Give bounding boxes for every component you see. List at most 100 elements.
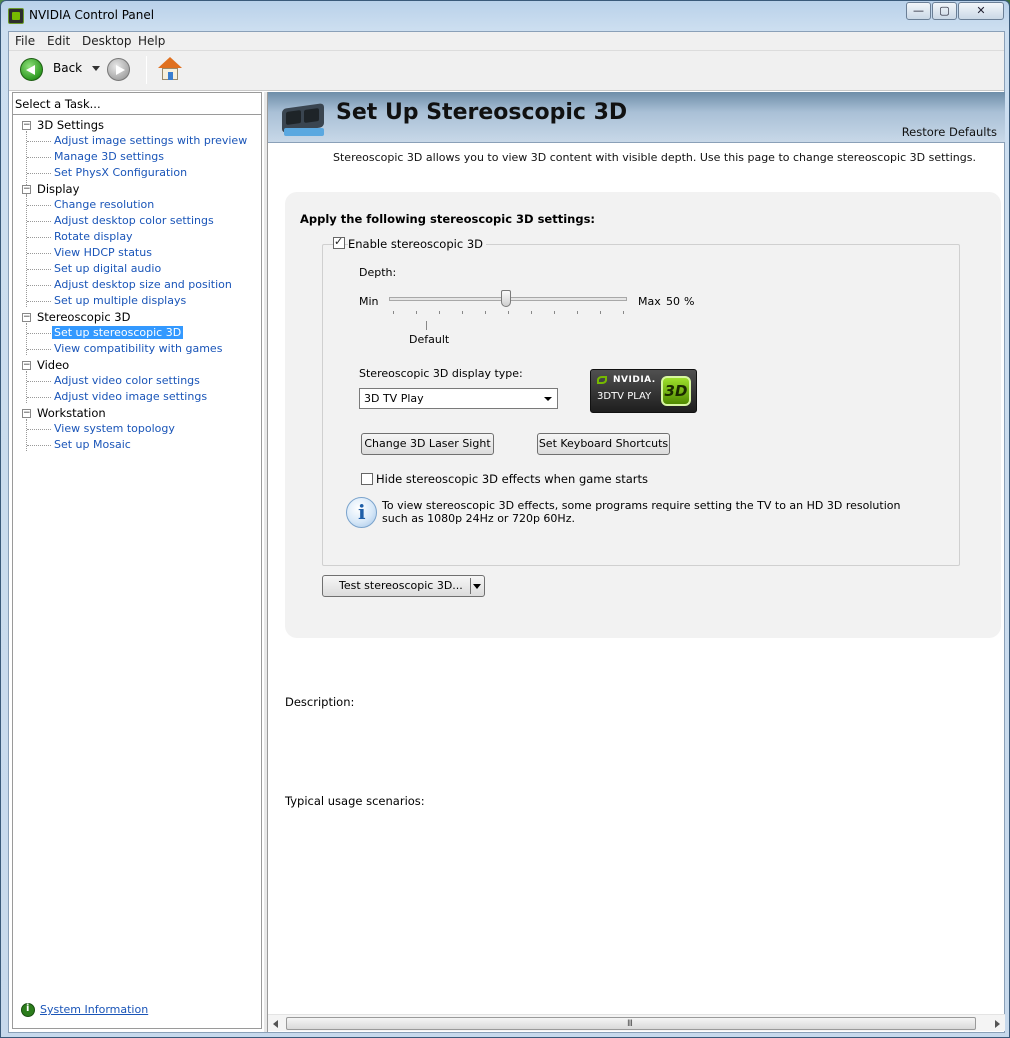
slider-tick	[439, 311, 440, 314]
change-laser-sight-button[interactable]: Change 3D Laser Sight	[361, 433, 494, 455]
page-title: Set Up Stereoscopic 3D	[336, 100, 628, 125]
slider-tick	[531, 311, 532, 314]
menu-help[interactable]: Help	[138, 34, 165, 48]
chevron-down-icon	[544, 397, 552, 401]
scrollbar-thumb[interactable]: III	[286, 1017, 976, 1030]
slider-tick	[393, 311, 394, 314]
tree-item-manage-3d-settings[interactable]: Manage 3D settings	[54, 150, 164, 163]
test-stereo-label[interactable]: Test stereoscopic 3D...	[339, 579, 463, 592]
tree-category-3d-settings[interactable]: 3D Settings	[37, 118, 104, 132]
page-header: Set Up Stereoscopic 3D Restore Defaults	[268, 92, 1005, 143]
badge-3d-mark: 3D	[661, 376, 691, 406]
task-tree: − 3D Settings Adjust image settings with…	[13, 114, 261, 990]
menu-desktop[interactable]: Desktop	[82, 34, 132, 48]
collapse-icon[interactable]: −	[22, 361, 31, 370]
depth-slider-thumb[interactable]	[501, 290, 511, 307]
tree-item-game-compatibility[interactable]: View compatibility with games	[54, 342, 222, 355]
horizontal-scrollbar[interactable]: III	[268, 1014, 1005, 1031]
tree-item-digital-audio[interactable]: Set up digital audio	[54, 262, 161, 275]
minimize-button[interactable]: —	[906, 2, 931, 20]
tree-category-workstation[interactable]: Workstation	[37, 406, 106, 420]
client-area: File Edit Desktop Help Back Select a Tas…	[8, 31, 1005, 1033]
info-message: To view stereoscopic 3D effects, some pr…	[382, 499, 901, 525]
keyboard-shortcuts-button[interactable]: Set Keyboard Shortcuts	[537, 433, 670, 455]
title-bar[interactable]: NVIDIA Control Panel — ▢ ✕	[1, 1, 1009, 31]
info-icon	[346, 497, 377, 528]
depth-percent-sign: %	[684, 295, 695, 308]
settings-card: Apply the following stereoscopic 3D sett…	[285, 192, 1001, 638]
collapse-icon[interactable]: −	[22, 185, 31, 194]
hide-effects-checkbox[interactable]	[361, 473, 373, 485]
depth-label: Depth:	[359, 266, 397, 279]
menu-edit[interactable]: Edit	[47, 34, 70, 48]
tree-item-multiple-displays[interactable]: Set up multiple displays	[54, 294, 186, 307]
display-type-value: 3D TV Play	[364, 392, 424, 405]
split-divider	[470, 578, 471, 594]
back-arrow-icon[interactable]	[20, 58, 43, 81]
close-button[interactable]: ✕	[958, 2, 1004, 20]
slider-tick	[554, 311, 555, 314]
display-type-label: Stereoscopic 3D display type:	[359, 367, 523, 380]
tree-item-rotate-display[interactable]: Rotate display	[54, 230, 133, 243]
nvidia-eye-icon	[597, 376, 607, 384]
nvidia-app-icon	[8, 8, 24, 24]
tree-connector	[26, 371, 27, 403]
restore-defaults-link[interactable]: Restore Defaults	[902, 125, 997, 139]
test-stereo-split-button[interactable]: Test stereoscopic 3D...	[322, 575, 485, 597]
tree-item-desktop-color[interactable]: Adjust desktop color settings	[54, 214, 214, 227]
slider-tick	[508, 311, 509, 314]
stereo-glasses-icon	[280, 96, 328, 140]
back-button-label[interactable]: Back	[53, 61, 82, 75]
depth-min-label: Min	[359, 295, 379, 308]
content-panel: Set Up Stereoscopic 3D Restore Defaults …	[267, 92, 1005, 1032]
page-description: Stereoscopic 3D allows you to view 3D co…	[333, 151, 976, 164]
usage-scenarios-label: Typical usage scenarios:	[285, 794, 425, 808]
collapse-icon[interactable]: −	[22, 313, 31, 322]
menu-bar: File Edit Desktop Help	[9, 32, 1004, 51]
system-information-link[interactable]: System Information	[40, 1003, 148, 1016]
menu-file[interactable]: File	[15, 34, 35, 48]
tree-item-adjust-image-settings[interactable]: Adjust image settings with preview	[54, 134, 247, 147]
scroll-grip: III	[627, 1019, 633, 1029]
collapse-icon[interactable]: −	[22, 409, 31, 418]
tree-item-video-image[interactable]: Adjust video image settings	[54, 390, 207, 403]
apply-settings-heading: Apply the following stereoscopic 3D sett…	[300, 212, 596, 226]
tree-item-change-resolution[interactable]: Change resolution	[54, 198, 154, 211]
enable-stereo-checkbox[interactable]	[333, 235, 345, 249]
toolbar-separator	[146, 56, 147, 84]
badge-brand: NVIDIA.	[613, 375, 656, 385]
tree-item-set-up-stereoscopic-3d[interactable]: Set up stereoscopic 3D	[52, 326, 184, 339]
slider-tick	[577, 311, 578, 314]
tree-item-video-color[interactable]: Adjust video color settings	[54, 374, 200, 387]
tree-item-system-topology[interactable]: View system topology	[54, 422, 175, 435]
app-window: NVIDIA Control Panel — ▢ ✕ File Edit Des…	[0, 0, 1010, 1038]
tree-item-desktop-size[interactable]: Adjust desktop size and position	[54, 278, 232, 291]
chevron-down-icon[interactable]	[473, 584, 481, 589]
display-type-select[interactable]: 3D TV Play	[359, 388, 558, 409]
slider-tick	[416, 311, 417, 314]
tree-category-display[interactable]: Display	[37, 182, 79, 196]
back-history-dropdown-icon[interactable]	[92, 66, 100, 71]
system-info-icon[interactable]	[21, 1003, 35, 1017]
tree-category-video[interactable]: Video	[37, 358, 69, 372]
task-panel: Select a Task... − 3D Settings Adjust im…	[12, 92, 262, 1029]
3dtv-play-logo: NVIDIA. 3DTV PLAY 3D	[590, 369, 697, 413]
enable-stereo-label[interactable]: Enable stereoscopic 3D	[348, 237, 486, 251]
home-icon[interactable]	[158, 57, 182, 81]
scroll-left-icon[interactable]	[273, 1020, 278, 1028]
tree-item-hdcp-status[interactable]: View HDCP status	[54, 246, 152, 259]
tree-connector	[26, 323, 27, 355]
slider-tick	[485, 311, 486, 314]
hide-effects-label[interactable]: Hide stereoscopic 3D effects when game s…	[376, 472, 648, 486]
scroll-right-icon[interactable]	[995, 1020, 1000, 1028]
task-panel-header: Select a Task...	[15, 97, 101, 111]
collapse-icon[interactable]: −	[22, 121, 31, 130]
badge-product: 3DTV PLAY	[597, 391, 652, 402]
tree-item-physx-configuration[interactable]: Set PhysX Configuration	[54, 166, 187, 179]
forward-arrow-icon[interactable]	[107, 58, 130, 81]
maximize-button[interactable]: ▢	[932, 2, 957, 20]
depth-default-label: Default	[409, 333, 450, 346]
tree-item-set-up-mosaic[interactable]: Set up Mosaic	[54, 438, 131, 451]
tree-category-stereoscopic-3d[interactable]: Stereoscopic 3D	[37, 310, 130, 324]
default-tick-mark	[426, 321, 427, 330]
